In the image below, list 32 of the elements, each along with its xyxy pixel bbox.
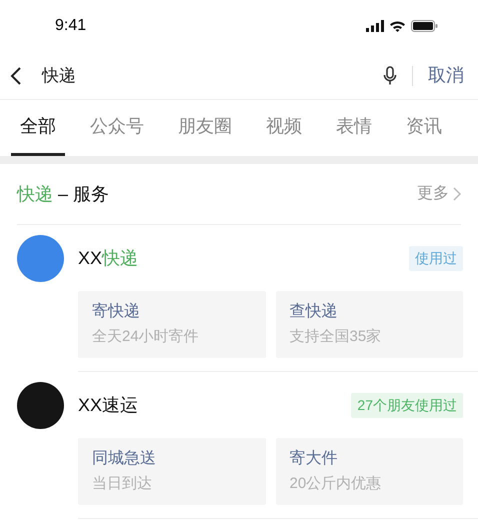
cancel-button[interactable]: 取消 [428, 62, 464, 89]
chevron-right-icon [453, 187, 461, 201]
service-card-subtitle: 全天24小时寄件 [92, 327, 200, 348]
tab[interactable]: 公众号 [81, 100, 153, 156]
service-card[interactable]: 寄快递 全天24小时寄件 [78, 291, 266, 358]
service-card[interactable]: 查快递 支持全国35家 [276, 291, 463, 358]
service-card-subtitle: 20公斤内优惠 [290, 474, 382, 494]
microphone-icon[interactable] [383, 66, 397, 86]
tab[interactable]: 资讯 [397, 100, 451, 156]
status-time: 9:41 [55, 16, 86, 36]
more-link[interactable]: 更多 [417, 182, 461, 206]
service-card-subtitle: 当日到达 [92, 474, 153, 494]
service-card-title: 寄大件 [290, 448, 338, 470]
service-name[interactable]: XX快递 [78, 244, 409, 272]
service-card-title: 同城急送 [92, 448, 157, 470]
wifi-icon [389, 20, 406, 32]
tab[interactable]: 视频 [257, 100, 311, 156]
service-name[interactable]: XX速运 [78, 392, 352, 418]
usage-tag: 使用过 [409, 246, 463, 270]
service-card-subtitle: 支持全国35家 [290, 327, 382, 348]
section-title: 快递 – 服务 [17, 182, 110, 206]
usage-tag: 27个朋友使用过 [351, 392, 463, 418]
signal-icon [366, 20, 384, 32]
tab[interactable]: 表情 [327, 100, 381, 156]
service-card[interactable]: 同城急送 当日到达 [78, 438, 266, 505]
search-field[interactable]: 快递 [42, 62, 383, 88]
avatar[interactable] [17, 382, 64, 428]
tab[interactable]: 朋友圈 [169, 100, 241, 156]
service-card-title: 寄快递 [92, 302, 141, 322]
service-card-title: 查快递 [290, 302, 338, 322]
battery-icon [411, 20, 438, 32]
service-card[interactable]: 寄大件 20公斤内优惠 [276, 438, 463, 505]
